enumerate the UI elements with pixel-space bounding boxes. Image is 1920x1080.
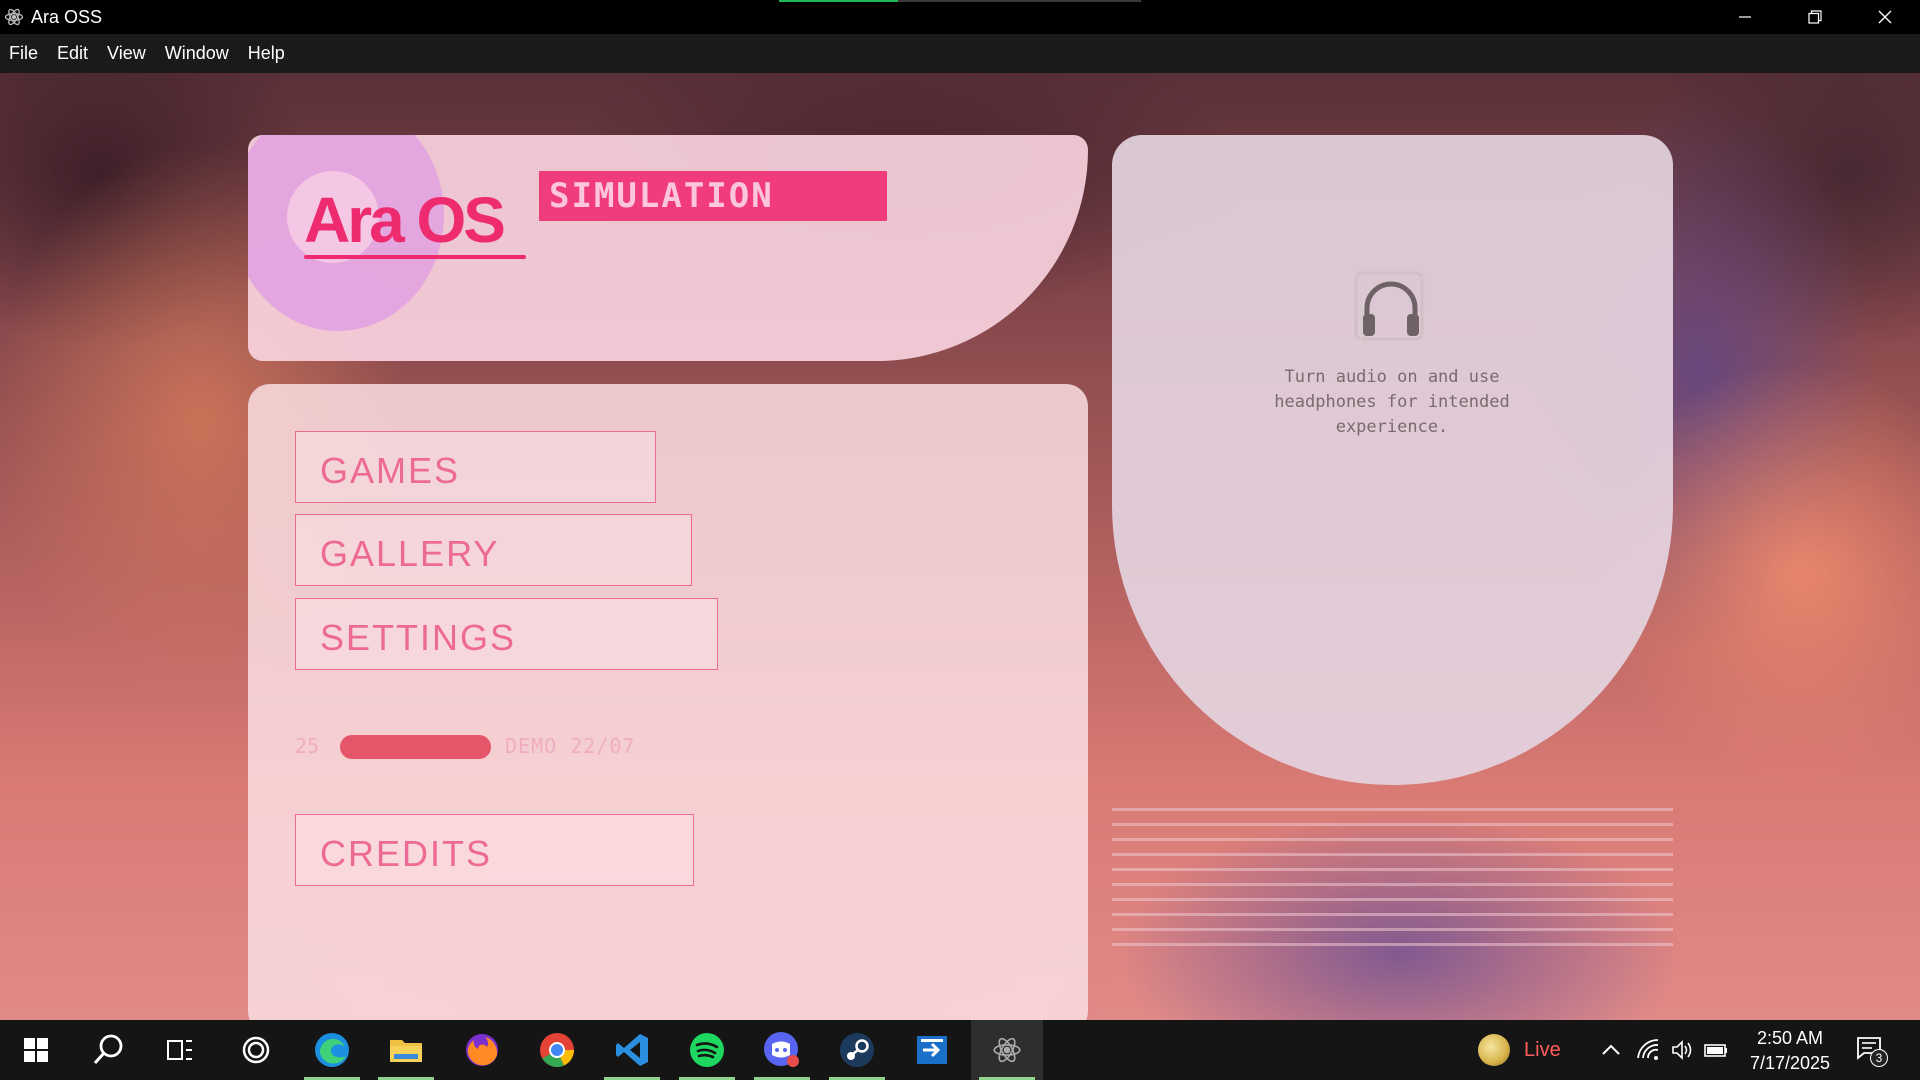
ara-os-logo: Ara OS xyxy=(304,184,506,256)
version-row: 25 DEMO 22/07 xyxy=(295,731,695,761)
steam-button[interactable] xyxy=(821,1020,893,1080)
gallery-button-label: GALLERY xyxy=(320,533,500,574)
version-number: 25 xyxy=(295,734,320,758)
live-sports-widget[interactable]: Live xyxy=(1478,1034,1568,1066)
demo-label: DEMO 22/07 xyxy=(505,734,636,758)
notification-count-badge: 3 xyxy=(1870,1049,1888,1067)
file-explorer-icon xyxy=(390,1040,422,1062)
ara-oss-icon xyxy=(993,1037,1021,1063)
minimize-button[interactable] xyxy=(1710,0,1780,34)
spotify-button[interactable] xyxy=(671,1020,743,1080)
menu-help[interactable]: Help xyxy=(248,43,285,64)
task-view-icon xyxy=(167,1040,192,1060)
soccer-ball-icon xyxy=(1478,1034,1510,1066)
steam-icon xyxy=(840,1033,874,1067)
window-title: Ara OSS xyxy=(31,7,103,27)
chevron-up-icon[interactable] xyxy=(1599,1038,1623,1062)
remote-button[interactable] xyxy=(896,1020,968,1080)
decorative-lines xyxy=(1112,808,1673,958)
gallery-button[interactable]: GALLERY xyxy=(295,514,692,586)
vscode-button[interactable] xyxy=(596,1020,668,1080)
media-progress-fill xyxy=(779,0,899,2)
menu-bar: File Edit View Window Help xyxy=(0,34,1920,73)
media-progress-bar xyxy=(779,0,1141,2)
ara-oss-button[interactable] xyxy=(971,1020,1043,1080)
battery-icon[interactable] xyxy=(1704,1038,1728,1062)
simulation-badge-label: SIMULATION xyxy=(549,176,774,216)
main-menu-card: GAMES GALLERY SETTINGS 25 DEMO 22/07 CRE… xyxy=(248,384,1088,1020)
search-icon xyxy=(93,1034,123,1065)
menu-file[interactable]: File xyxy=(9,43,38,64)
task-view-button[interactable] xyxy=(144,1020,216,1080)
vscode-icon xyxy=(616,1034,648,1066)
clock-date: 7/17/2025 xyxy=(1749,1053,1831,1073)
settings-button[interactable]: SETTINGS xyxy=(295,598,718,670)
start-button[interactable] xyxy=(0,1020,72,1080)
audio-notice-card: Turn audio on and use headphones for int… xyxy=(1112,135,1673,785)
chrome-icon xyxy=(540,1033,574,1067)
logo-underline xyxy=(304,255,526,259)
close-button[interactable] xyxy=(1850,0,1920,34)
headphones-icon xyxy=(1354,271,1428,345)
header-card: Ara OS SIMULATION xyxy=(248,135,1088,361)
edge-button[interactable] xyxy=(296,1020,368,1080)
title-bar: Ara OSS xyxy=(0,0,1920,34)
clock-time: 2:50 AM xyxy=(1756,1028,1824,1048)
discord-icon xyxy=(764,1032,799,1067)
menu-view[interactable]: View xyxy=(107,43,146,64)
remote-icon xyxy=(917,1036,947,1064)
app-content: Ara OS SIMULATION GAMES GALLERY SETTINGS… xyxy=(0,73,1920,1020)
firefox-button[interactable] xyxy=(446,1020,518,1080)
live-label: Live xyxy=(1524,1039,1561,1061)
restore-button[interactable] xyxy=(1780,0,1850,34)
discord-button[interactable] xyxy=(746,1020,818,1080)
menu-window[interactable]: Window xyxy=(165,43,229,64)
credits-button[interactable]: CREDITS xyxy=(295,814,694,886)
menu-edit[interactable]: Edit xyxy=(57,43,88,64)
simulation-badge: SIMULATION xyxy=(539,171,887,221)
chrome-button[interactable] xyxy=(521,1020,593,1080)
settings-button-label: SETTINGS xyxy=(320,617,517,658)
games-button[interactable]: GAMES xyxy=(295,431,656,503)
volume-icon[interactable] xyxy=(1670,1038,1694,1062)
credits-button-label: CREDITS xyxy=(320,833,493,874)
firefox-icon xyxy=(466,1034,498,1066)
cortana-button[interactable] xyxy=(220,1020,292,1080)
minimize-icon xyxy=(1739,16,1751,18)
search-button[interactable] xyxy=(72,1020,144,1080)
restore-icon xyxy=(1808,10,1822,24)
app-logo-icon xyxy=(4,8,24,26)
wifi-icon[interactable] xyxy=(1636,1038,1660,1062)
start-icon xyxy=(24,1038,48,1062)
cortana-icon xyxy=(242,1036,270,1064)
version-bar xyxy=(340,735,491,759)
audio-notice-text: Turn audio on and use headphones for int… xyxy=(1274,367,1510,437)
spotify-icon xyxy=(690,1033,724,1067)
taskbar: Live 2:50 AM 7/17/2025 3 xyxy=(0,1020,1920,1080)
notification-center-button[interactable]: 3 xyxy=(1856,1036,1888,1067)
games-button-label: GAMES xyxy=(320,450,461,491)
file-explorer-button[interactable] xyxy=(370,1020,442,1080)
edge-icon xyxy=(315,1033,349,1067)
clock[interactable]: 2:50 AM 7/17/2025 xyxy=(1740,1026,1840,1076)
close-icon xyxy=(1878,10,1892,24)
